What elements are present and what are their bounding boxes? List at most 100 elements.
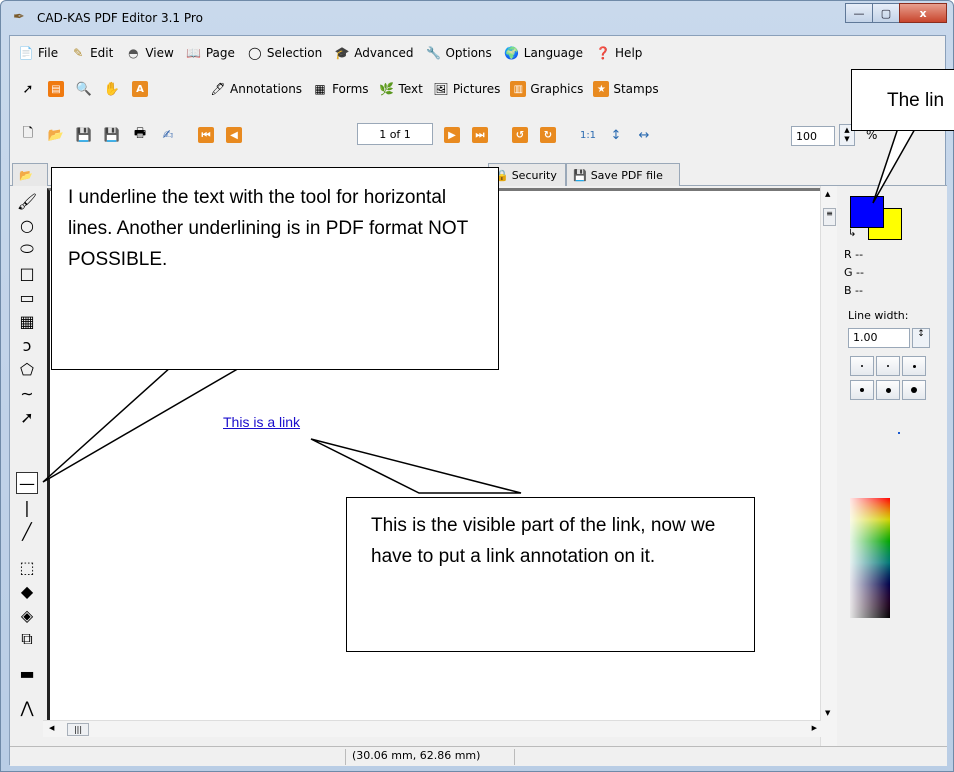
brush-tool-icon[interactable]: 🖌 [16,190,38,212]
square-tool-icon[interactable]: □ [16,262,38,284]
save-icon[interactable]: 💾 [73,124,95,146]
select-rect-icon[interactable]: ▤ [45,78,67,100]
graphics-button[interactable]: ▥ Graphics [510,81,583,97]
annotation-icon: 🖊 [210,82,226,96]
text-label: Text [398,82,423,96]
menu-selection[interactable]: ◯ Selection [247,45,322,61]
menu-label: File [38,46,59,60]
selection-tool-icon[interactable]: ⬚ [16,556,38,578]
vertical-scroll-thumb[interactable]: ≡ [823,208,836,226]
menu-options[interactable]: 🔧 Options [425,45,492,61]
minimize-button[interactable]: — [845,3,873,23]
diagonal-line-tool-icon[interactable]: ╱ [16,520,38,542]
line-preview [898,432,900,434]
fit-width-icon[interactable]: ↔ [633,124,655,146]
close-button[interactable]: x [899,3,947,23]
dot-size-5-button[interactable] [876,380,900,400]
first-page-icon[interactable]: ⏮ [195,124,217,146]
dot-size-2-button[interactable] [876,356,900,376]
menu-file[interactable]: 📄 File [18,45,59,61]
nav-toolbar: ▶ ⏭ ↺ ↻ 1:1 ↕ ↔ [438,120,658,150]
scroll-down-icon[interactable]: ▼ [825,709,830,717]
stamps-button[interactable]: ★ Stamps [593,81,659,97]
color-palette-overlay [850,498,890,618]
horizontal-scroll-thumb[interactable]: ||| [67,723,89,736]
horizontal-line-tool-icon[interactable]: — [16,472,38,494]
line-width-label: Line width: [848,309,909,322]
menu-help[interactable]: ❓ Help [595,45,643,61]
dot-size-3-button[interactable] [902,356,926,376]
fit-height-icon[interactable]: ↕ [605,124,627,146]
menu-page[interactable]: 📖 Page [186,45,235,61]
tab-save-pdf[interactable]: 💾 Save PDF file [566,163,680,186]
line-width-spinner[interactable]: ↕ [912,328,930,348]
menu-view[interactable]: ◓ View [125,45,174,61]
scroll-right-icon[interactable]: ▶ [812,724,817,732]
rotate-left-icon[interactable]: ↺ [509,124,531,146]
print-icon[interactable]: 🖶 [129,124,151,146]
annotations-label: Annotations [230,82,303,96]
hand-icon[interactable]: ✋ [101,78,123,100]
callout-link-note: This is the visible part of the link, no… [346,497,755,652]
maximize-button[interactable]: ▢ [872,3,900,23]
thick-line-tool-icon[interactable]: ▬ [16,662,38,684]
signature-icon[interactable]: ✍ [157,124,179,146]
page-indicator[interactable]: 1 of 1 [357,123,433,145]
annotations-button[interactable]: 🖊 Annotations [210,81,302,97]
menu-label: Edit [90,46,114,60]
menu-language[interactable]: 🌍 Language [504,45,583,61]
document-link-text[interactable]: This is a link [223,414,300,430]
text-button[interactable]: 🌿 Text [379,81,423,97]
menu-advanced[interactable]: 🎓 Advanced [334,45,414,61]
open-folder-icon[interactable]: 📂 [45,124,67,146]
pattern-fill-tool-icon[interactable]: ◈ [16,604,38,626]
freehand-tool-icon[interactable]: ∼ [16,382,38,404]
save-as-icon[interactable]: 💾 [101,124,123,146]
new-document-icon[interactable]: 🗋 [17,124,39,146]
vertical-line-tool-icon[interactable]: | [16,496,38,518]
tab-security[interactable]: 🔒 Security [488,163,566,186]
rotate-right-icon[interactable]: ↻ [537,124,559,146]
scroll-left-icon[interactable]: ◀ [49,724,54,732]
vertical-scrollbar[interactable]: ▲ ≡ ▼ [820,186,837,751]
curve-tool-icon[interactable]: ↄ [16,334,38,356]
tab-open[interactable]: 📂 [12,163,48,186]
wrench-icon: 🔧 [426,46,441,60]
dot-size-6-button[interactable] [902,380,926,400]
circle-tool-icon[interactable]: ○ [16,214,38,236]
swap-colors-icon[interactable]: ↳ [848,228,856,239]
document-icon: 📄 [18,46,34,60]
previous-page-icon[interactable]: ◀ [223,124,245,146]
last-page-icon[interactable]: ⏭ [469,124,491,146]
ellipse-tool-icon[interactable]: ⬭ [16,238,38,260]
zoom-icon[interactable]: 🔍 [73,78,95,100]
pointer-icon[interactable]: ➚ [17,78,39,100]
line-width-input[interactable]: 1.00 [848,328,910,348]
text-tool-icon[interactable]: A [129,78,151,100]
rectangle-tool-icon[interactable]: ▭ [16,286,38,308]
foreground-color-swatch[interactable] [850,196,884,228]
pictures-button[interactable]: 🖼 Pictures [433,81,500,97]
cursor-coordinates: (30.06 mm, 62.86 mm) [345,749,515,765]
horizontal-scrollbar[interactable]: ◀ ||| ▶ [43,720,821,737]
menu-label: Page [205,46,235,60]
actual-size-icon[interactable]: 1:1 [577,124,599,146]
next-page-icon[interactable]: ▶ [441,124,463,146]
zoom-input[interactable]: 100 [791,126,835,146]
table-tool-icon[interactable]: ▦ [16,310,38,332]
menu-edit[interactable]: ✎ Edit [70,45,113,61]
help-icon: ❓ [595,46,611,60]
dot-size-4-button[interactable] [850,380,874,400]
scroll-up-icon[interactable]: ▲ [825,190,830,198]
transform-tool-icon[interactable]: ⧉ [16,628,38,650]
text-icon: 🌿 [379,82,395,96]
tab-label: Security [511,168,557,182]
dot-size-1-button[interactable] [850,356,874,376]
book-icon: 📖 [186,46,202,60]
fill-tool-icon[interactable]: ◆ [16,580,38,602]
arrow-tool-icon[interactable]: ➚ [16,406,38,428]
red-value: R -- [844,248,864,261]
chevron-tool-icon[interactable]: ⋀ [16,696,38,718]
forms-button[interactable]: ▦ Forms [312,81,368,97]
polygon-tool-icon[interactable]: ⬠ [16,358,38,380]
